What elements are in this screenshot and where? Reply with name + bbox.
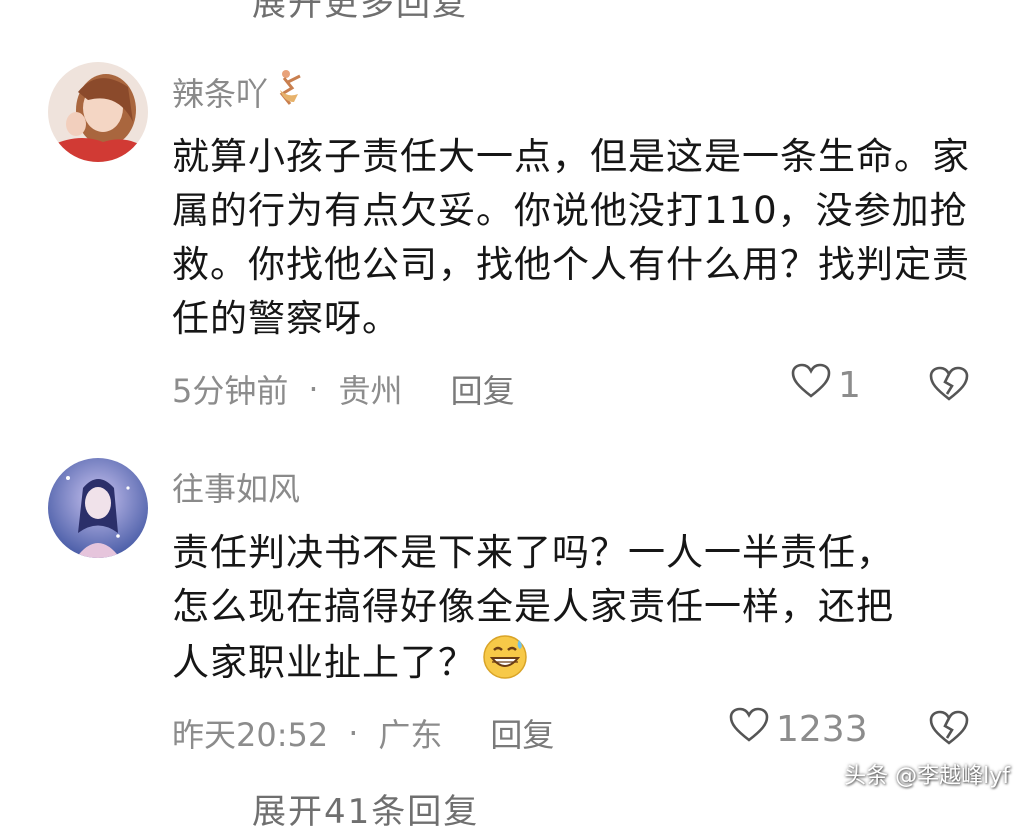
broken-heart-icon [929, 366, 969, 401]
expand-replies-link-bottom[interactable]: 展开41条回复 [252, 784, 479, 833]
grinning-sweat-emoji-icon [482, 634, 528, 695]
meta-separator: · [348, 714, 359, 752]
dislike-button[interactable] [928, 364, 970, 408]
dancer-icon [272, 68, 306, 116]
meta-separator: · [308, 370, 319, 408]
comment-meta: 昨天20:52 · 广东 回复 [172, 710, 554, 756]
comment-location: 贵州 [338, 372, 403, 410]
avatar[interactable] [48, 458, 148, 558]
like-count: 1233 [776, 709, 868, 750]
comment-text: 责任判决书不是下来了吗？一人一半责任，怎么现在搞得好像全是人家责任一样，还把人家… [172, 526, 912, 695]
comment-location: 广东 [378, 716, 443, 754]
like-button[interactable]: 1233 [728, 706, 868, 753]
comment-text: 就算小孩子责任大一点，但是这是一条生命。家属的行为有点欠妥。你说他没打110，没… [172, 135, 970, 340]
username[interactable]: 辣条吖 [172, 68, 306, 116]
heart-outline-icon [790, 362, 832, 409]
comment-meta: 5分钟前 · 贵州 回复 [172, 366, 515, 412]
like-button[interactable]: 1 [790, 362, 861, 409]
comment-time: 昨天20:52 [172, 716, 329, 754]
avatar[interactable] [48, 62, 148, 162]
reply-button[interactable]: 回复 [451, 366, 515, 412]
username[interactable]: 往事如风 [172, 464, 300, 510]
reply-button[interactable]: 回复 [490, 710, 554, 756]
watermark: 头条 @李越峰lyf [844, 764, 1010, 789]
heart-outline-icon [728, 706, 770, 753]
broken-heart-icon [929, 710, 969, 745]
expand-replies-link-top[interactable]: 展开更多回复 [252, 0, 468, 25]
dislike-button[interactable] [928, 708, 970, 752]
like-count: 1 [838, 365, 861, 406]
comment-time: 5分钟前 [172, 372, 289, 410]
